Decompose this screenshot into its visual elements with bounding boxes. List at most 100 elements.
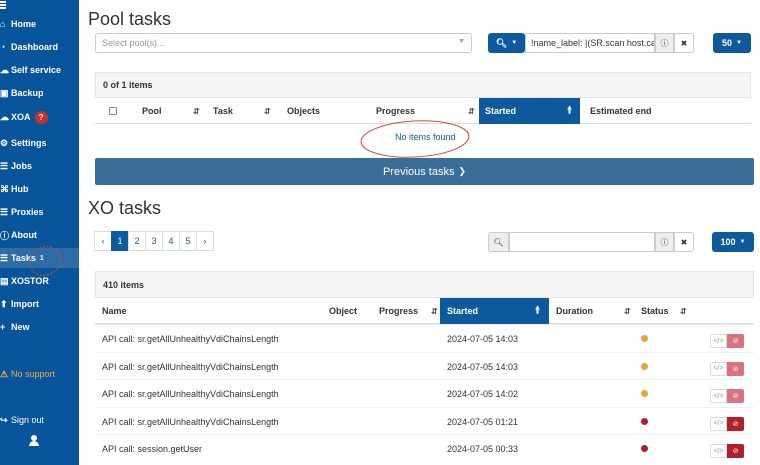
pager-page-4[interactable]: 4 [162,231,180,251]
status-dot [641,362,648,370]
select-all-checkbox[interactable] [95,98,131,124]
task-name: API call: sr.getAllUnhealthyVdiChainsLen… [102,389,279,399]
pool-select[interactable]: Select pool(s)... ▼ [95,33,472,53]
sidebar-item-about[interactable]: ⓘ About [0,225,79,245]
sidebar-item-hub[interactable]: ⌘ Hub [0,179,79,199]
pager-prev-button[interactable]: ‹ [94,231,112,251]
table-row: API call: sr.getAllUnhealthyVdiChainsLen… [95,324,754,352]
xoa-icon: ☁ [0,111,9,122]
table-row: API call: sr.getAllUnhealthyVdiChainsLen… [95,351,754,380]
no-support-status[interactable]: ⚠ No support [0,364,79,384]
column-duration[interactable]: Duration ⇵ [549,298,635,324]
pager-page-3[interactable]: 3 [145,231,163,251]
sidebar-item-label: Self service [11,65,62,75]
column-status[interactable]: Status ⇵ [635,298,690,324]
xo-filter-input[interactable] [509,232,655,252]
sign-out-button[interactable]: ↪ Sign out [0,410,79,430]
log-icon[interactable]: </> [710,389,727,403]
sort-icon: ⇵ [264,106,271,116]
pool-select-placeholder: Select pool(s)... [102,38,165,48]
pool-items-count: 0 of 1 items [95,72,751,98]
self-service-icon: ☁ [0,64,9,75]
sidebar-item-settings[interactable]: ⚙ Settings [0,133,79,153]
xo-page-size-button[interactable]: 100 ▼ [712,232,754,252]
sidebar: ⌂ Home ◔ Dashboard ☁ Self service ▣ Backup ☁ XOA?… [0,0,79,465]
previous-tasks-button[interactable]: Previous tasks ❯ [95,158,754,185]
column-objects: Objects [287,106,321,116]
column-object: Object [329,306,358,316]
task-started: 2024-07-05 00:33 [447,444,519,454]
task-started: 2024-07-05 14:02 [447,389,519,399]
sort-icon: ⇵ [624,306,631,316]
sidebar-item-label: Home [11,19,37,29]
cancel-task-button[interactable]: ⊘ [727,444,744,458]
log-icon[interactable]: </> [710,444,727,458]
about-icon: ⓘ [0,230,10,241]
sidebar-item-home[interactable]: ⌂ Home [0,14,79,34]
settings-icon: ⚙ [0,137,9,148]
log-icon[interactable]: </> [710,361,727,376]
task-name: API call: sr.getAllUnhealthyVdiChainsLen… [102,361,279,372]
column-progress[interactable]: Progress ⇵ [372,298,440,324]
task-started: 2024-07-05 14:03 [447,334,519,344]
sidebar-item-backup[interactable]: ▣ Backup [0,83,79,103]
sidebar-item-new[interactable]: + New [0,317,79,337]
cancel-task-button[interactable]: ⊘ [727,389,744,403]
sort-ascending-icon: 🠙 [567,104,573,116]
sort-ascending-icon: 🠙 [535,304,541,316]
table-row: API call: sr.getAllUnhealthyVdiChainsLen… [95,406,754,435]
pager-page-2[interactable]: 2 [128,231,146,251]
sidebar-item-jobs[interactable]: ☰ Jobs [0,156,79,176]
search-icon[interactable]: 🔍︎ [488,232,509,252]
clear-filter-icon[interactable]: ✖ [674,232,694,252]
xoa-alert-badge: ? [34,110,48,124]
column-started[interactable]: Started 🠙 [440,298,549,324]
menu-toggle-icon[interactable] [0,0,79,12]
user-icon[interactable] [29,435,39,447]
column-name: Name [102,306,127,316]
xo-items-count: 410 items [95,271,754,298]
cancel-task-button[interactable]: ⊘ [727,361,744,376]
clear-filter-icon[interactable]: ✖ [674,33,694,53]
sidebar-item-self-service[interactable]: ☁ Self service [0,60,79,80]
sidebar-item-xoa[interactable]: ☁ XOA? [0,107,79,127]
column-started[interactable]: Started 🠙 [479,98,580,124]
log-icon[interactable]: </> [710,334,727,348]
sidebar-item-label: Settings [11,138,47,148]
backup-icon: ▣ [0,87,9,98]
chevron-down-icon: ❯ [458,166,467,176]
sidebar-item-label: XOA [11,112,31,122]
task-name: API call: sr.getAllUnhealthyVdiChainsLen… [102,334,279,344]
column-pool[interactable]: Pool ⇵ [131,98,202,124]
sidebar-item-import[interactable]: ⬆ Import [0,294,79,314]
caret-down-icon: ▼ [736,40,742,46]
status-dot [641,417,648,425]
sidebar-item-dashboard[interactable]: ◔ Dashboard [0,37,79,57]
column-task[interactable]: Task ⇵ [202,98,276,124]
cancel-task-button[interactable]: ⊘ [727,416,744,431]
xo-pagination: ‹ 1 2 3 4 5 › [94,231,214,251]
pager-page-1[interactable]: 1 [111,231,129,251]
hub-icon: ⌘ [0,183,9,194]
search-dropdown-button[interactable]: 🔍︎ ▼ [488,33,525,53]
pager-page-5[interactable]: 5 [179,231,197,251]
search-icon: 🔍︎ [495,37,508,48]
pool-page-size-value: 50 [722,38,733,48]
import-icon: ⬆ [0,298,8,309]
filter-info-icon[interactable]: ⓘ [655,33,674,53]
jobs-icon: ☰ [0,160,9,171]
sort-icon: ⇵ [193,106,200,116]
pool-page-size-button[interactable]: 50 ▼ [713,33,751,53]
sidebar-item-label: Jobs [11,161,33,171]
pool-filter-input[interactable]: !name_label: |(SR.scan host.ca [525,33,655,53]
new-icon: + [0,322,6,332]
cancel-task-button[interactable]: ⊘ [727,334,744,348]
log-icon[interactable]: </> [710,416,727,431]
sort-icon: ⇵ [431,306,438,316]
filter-info-icon[interactable]: ⓘ [655,232,674,252]
sidebar-item-proxies[interactable]: ☰ Proxies [0,202,79,222]
pager-next-button[interactable]: › [196,231,214,251]
sign-out-icon: ↪ [0,414,8,425]
main-content: Pool tasks Select pool(s)... ▼ 🔍︎ ▼ !nam… [79,0,760,465]
table-row: API call: sr.getAllUnhealthyVdiChainsLen… [95,379,754,407]
